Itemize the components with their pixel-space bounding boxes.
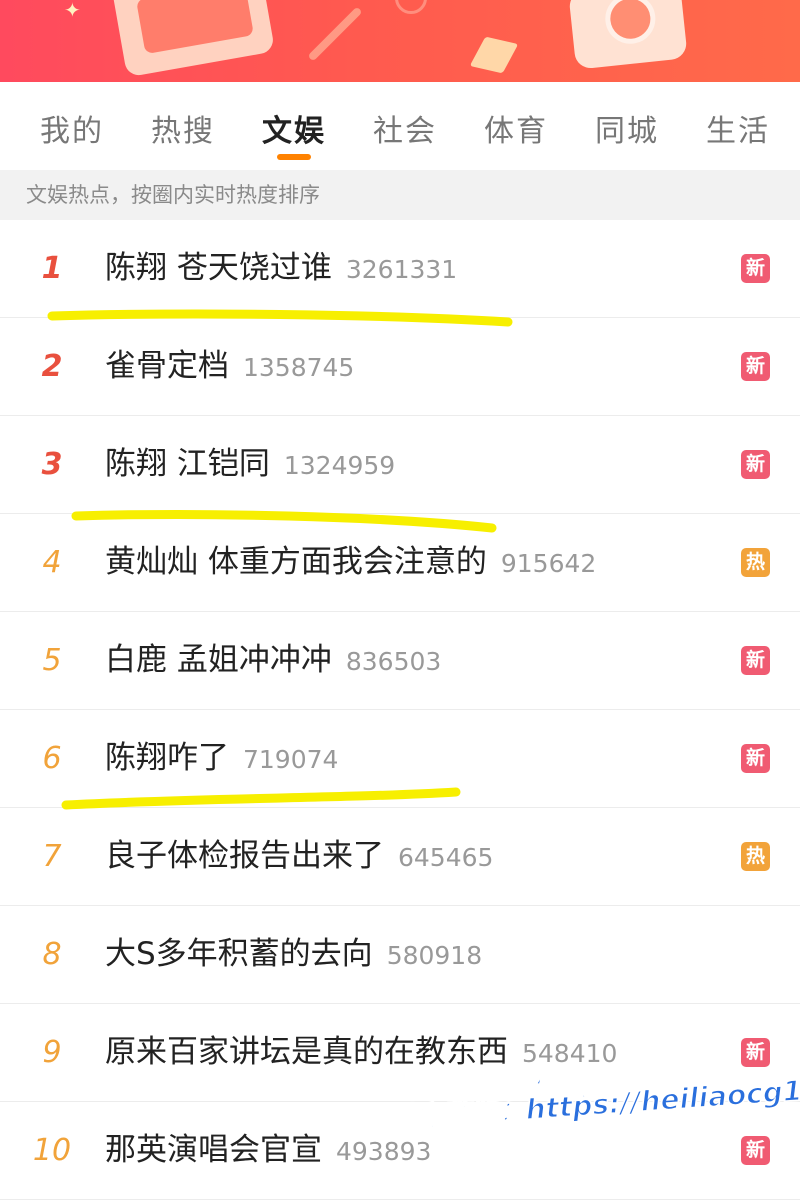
- list-item[interactable]: 2 雀骨定档 1358745 新: [0, 318, 800, 416]
- rank-number: 9: [42, 1035, 62, 1070]
- list-item[interactable]: 4 黄灿灿 体重方面我会注意的 915642 热: [0, 514, 800, 612]
- ring-decoration: [395, 0, 427, 14]
- ticket-decoration: [469, 36, 519, 74]
- heat-count: 1324959: [283, 451, 396, 480]
- item-title: 那英演唱会官宣: [105, 1132, 322, 1168]
- heat-count: 719074: [243, 745, 339, 774]
- active-tab-indicator: [277, 154, 311, 160]
- list-item[interactable]: 3 陈翔 江铠同 1324959 新: [0, 416, 800, 514]
- rank-number: 3: [41, 447, 63, 482]
- hot-badge: 热: [741, 548, 770, 577]
- item-title: 良子体检报告出来了: [105, 838, 384, 874]
- list-item[interactable]: 8 大S多年积蓄的去向 580918: [0, 906, 800, 1004]
- rank-number: 1: [41, 251, 63, 286]
- heat-count: 836503: [345, 647, 442, 676]
- rank-number: 4: [42, 545, 62, 580]
- heat-count: 645465: [398, 843, 494, 872]
- new-badge: 新: [741, 744, 770, 773]
- camera-illustration: [568, 0, 688, 70]
- top-banner: ✦: [0, 0, 800, 82]
- new-badge: 新: [741, 1136, 770, 1165]
- new-badge: 新: [741, 254, 770, 283]
- tab-mine[interactable]: 我的: [32, 106, 112, 150]
- list-item[interactable]: 7 良子体检报告出来了 645465 热: [0, 808, 800, 906]
- rank-number: 6: [42, 741, 62, 776]
- tab-sports[interactable]: 体育: [476, 106, 556, 150]
- rank-number: 5: [42, 643, 62, 678]
- rank-number: 7: [42, 839, 62, 874]
- item-title: 陈翔 苍天饶过谁: [105, 250, 332, 286]
- heat-count: 493893: [336, 1137, 432, 1166]
- rank-number: 10: [32, 1133, 72, 1168]
- new-badge: 新: [741, 352, 770, 381]
- rank-number: 8: [42, 937, 62, 972]
- sparkle-icon: ✦: [64, 0, 81, 22]
- section-description-text: 文娱热点，按圈内实时热度排序: [26, 183, 320, 207]
- item-title: 大S多年积蓄的去向: [105, 936, 373, 972]
- item-title: 雀骨定档: [105, 348, 229, 384]
- tab-society[interactable]: 社会: [365, 106, 445, 150]
- tab-life[interactable]: 生活: [698, 106, 778, 150]
- new-badge: 新: [741, 450, 770, 479]
- item-title: 陈翔 江铠同: [105, 446, 270, 482]
- section-description: 文娱热点，按圈内实时热度排序: [0, 170, 800, 220]
- heat-count: 580918: [386, 941, 483, 970]
- rank-number: 2: [41, 349, 63, 384]
- category-tabs: 我的 热搜 文娱 社会 体育 同城 生活: [0, 82, 800, 170]
- list-item[interactable]: 1 陈翔 苍天饶过谁 3261331 新: [0, 220, 800, 318]
- tab-local[interactable]: 同城: [587, 106, 667, 150]
- list-item[interactable]: 5 白鹿 孟姐冲冲冲 836503 新: [0, 612, 800, 710]
- heat-count: 915642: [500, 549, 597, 578]
- heat-count: 3261331: [345, 255, 458, 284]
- heat-count: 1358745: [243, 353, 355, 382]
- new-badge: 新: [741, 646, 770, 675]
- item-title: 陈翔咋了: [105, 740, 229, 776]
- tab-entertainment[interactable]: 文娱: [254, 106, 334, 150]
- item-title: 白鹿 孟姐冲冲冲: [105, 642, 332, 678]
- item-title: 原来百家讲坛是真的在教东西: [105, 1034, 508, 1070]
- hot-badge: 热: [741, 842, 770, 871]
- list-item[interactable]: 6 陈翔咋了 719074 新: [0, 710, 800, 808]
- new-badge: 新: [741, 1038, 770, 1067]
- tab-hot-search[interactable]: 热搜: [143, 106, 223, 150]
- streak-decoration: [307, 6, 363, 62]
- item-title: 黄灿灿 体重方面我会注意的: [105, 544, 487, 580]
